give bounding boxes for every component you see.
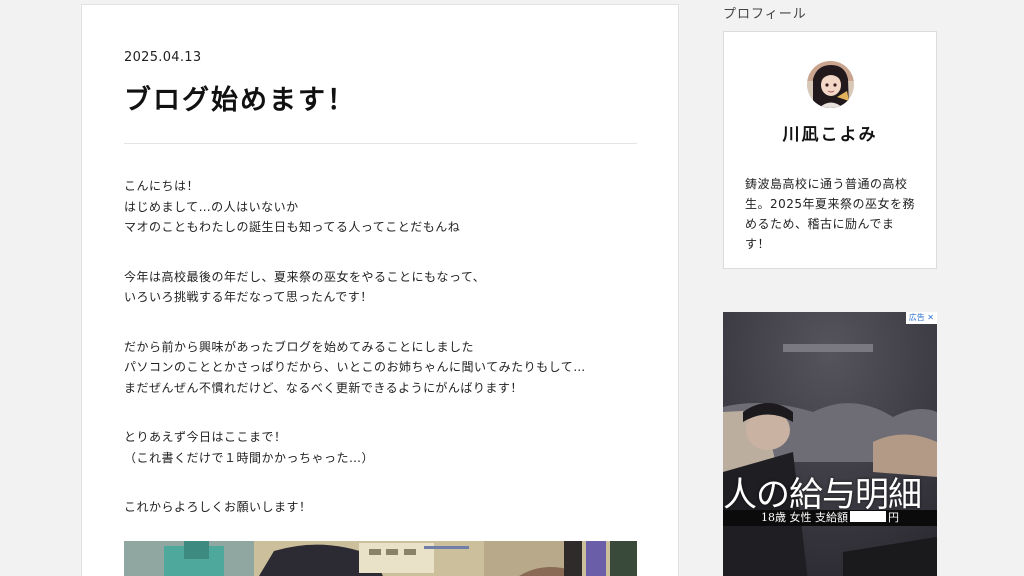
ad-banner[interactable]: 広告 ✕ 人の給与明細 18歳 女性 支給額 円 bbox=[723, 312, 937, 576]
post-line: これからよろしくお願いします！ bbox=[124, 500, 312, 514]
post-title: ブログ始めます！ bbox=[124, 85, 356, 116]
post-paragraph: 今年は高校最後の年だし、夏来祭の巫女をやることにもなって、 いろいろ挑戦する年だ… bbox=[124, 267, 644, 308]
post-illustration bbox=[124, 541, 637, 576]
ad-headline: 人の給与明細 bbox=[723, 475, 922, 515]
post-line: まだぜんぜん不慣れだけど、なるべく更新できるようにがんばります！ bbox=[124, 380, 523, 395]
post-illustration-art bbox=[124, 541, 637, 576]
avatar-image bbox=[807, 61, 854, 108]
post-line: こんにちは！ bbox=[124, 179, 200, 193]
post-date: 2025.04.13 bbox=[124, 50, 202, 65]
post-paragraph: とりあえず今日はここまで！ （これ書くだけで１時間かかっちゃった…） bbox=[124, 427, 644, 468]
post-line: いろいろ挑戦する年だなって思ったんです！ bbox=[124, 290, 373, 304]
post-line: 今年は高校最後の年だし、夏来祭の巫女をやることにもなって、 bbox=[124, 269, 486, 284]
blog-page: 2025.04.13 ブログ始めます！ こんにちは！ はじめまして…の人はいない… bbox=[0, 0, 1024, 576]
post-line: はじめまして…の人はいないか bbox=[124, 199, 299, 214]
post-line: だから前から興味があったブログを始めてみることにしました bbox=[124, 339, 475, 354]
sidebar-heading-profile: プロフィール bbox=[723, 7, 807, 22]
ad-badge[interactable]: 広告 ✕ bbox=[905, 312, 937, 324]
avatar[interactable] bbox=[807, 61, 854, 108]
title-divider bbox=[124, 143, 637, 144]
post-paragraph: だから前から興味があったブログを始めてみることにしました パソコンのこととかさっ… bbox=[124, 337, 644, 399]
post-paragraph: こんにちは！ はじめまして…の人はいないか マオのこともわたしの誕生日も知ってる… bbox=[124, 176, 644, 238]
ad-background-art bbox=[723, 312, 937, 576]
post-line: パソコンのこととかさっぱりだから、いとこのお姉ちゃんに聞いてみたりもして… bbox=[124, 360, 586, 374]
ad-subline: 18歳 女性 支給額 円 bbox=[723, 510, 937, 526]
profile-card: 川凪こよみ 鋳波島高校に通う普通の高校生。2025年夏来祭の巫女を務めるため、稽… bbox=[723, 31, 937, 269]
ad-subline-prefix: 18歳 女性 支給額 bbox=[761, 511, 848, 524]
post-line: とりあえず今日はここまで！ bbox=[124, 430, 287, 444]
blog-post: 2025.04.13 ブログ始めます！ こんにちは！ はじめまして…の人はいない… bbox=[81, 4, 679, 576]
post-line: （これ書くだけで１時間かかっちゃった…） bbox=[124, 450, 375, 465]
profile-name: 川凪こよみ bbox=[782, 125, 878, 145]
post-paragraph: これからよろしくお願いします！ bbox=[124, 497, 644, 518]
post-line: マオのこともわたしの誕生日も知ってる人ってことだもんね bbox=[124, 220, 461, 234]
post-body: こんにちは！ はじめまして…の人はいないか マオのこともわたしの誕生日も知ってる… bbox=[124, 176, 644, 547]
ad-subline-suffix: 円 bbox=[888, 511, 899, 524]
ad-redaction-box bbox=[850, 511, 886, 522]
profile-bio: 鋳波島高校に通う普通の高校生。2025年夏来祭の巫女を務めるため、稽古に励んでま… bbox=[745, 177, 916, 251]
